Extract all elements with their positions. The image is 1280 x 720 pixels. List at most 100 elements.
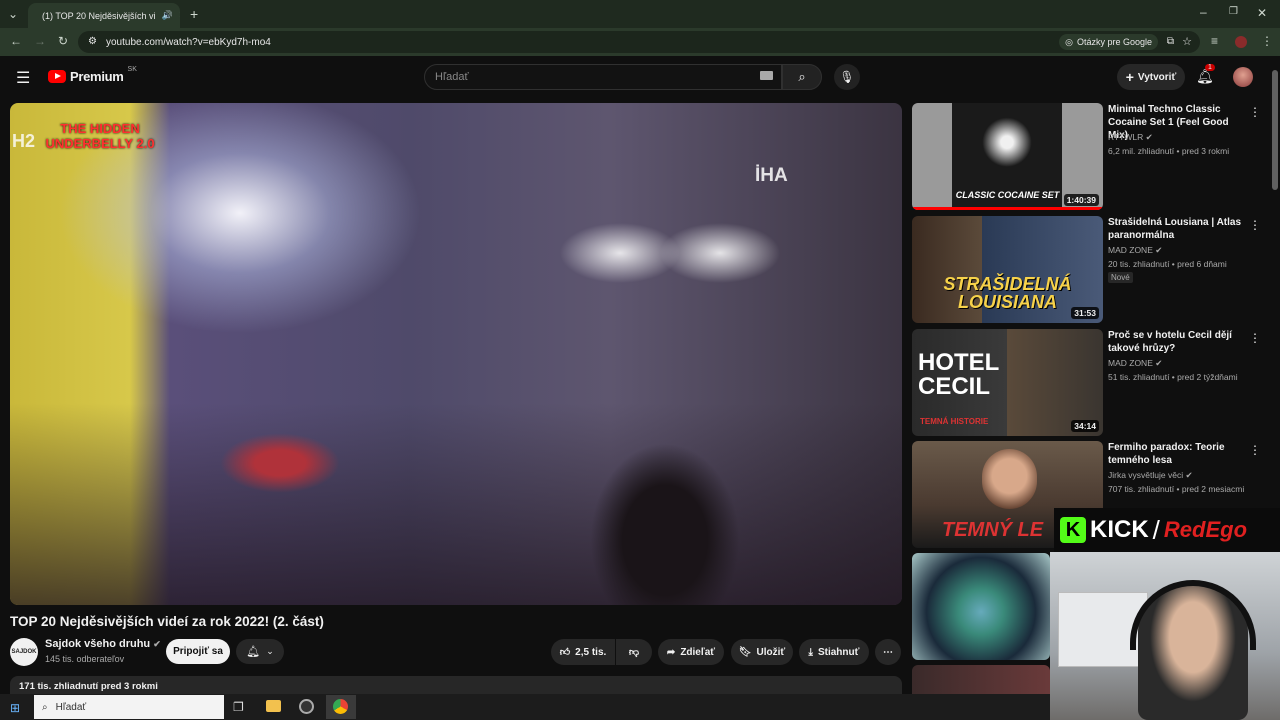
recommendation-channel: MAD ZONE ✔	[1108, 245, 1163, 255]
recommendation-meta: 51 tis. zhliadnutí • pred 2 týždňami	[1108, 372, 1238, 382]
verified-icon: ✔	[1155, 358, 1163, 368]
back-icon[interactable]: ←	[10, 35, 22, 47]
browser-tab[interactable]: (1) TOP 20 Nejděsivějších vi 🔊 ✕	[28, 3, 180, 28]
save-label: Uložiť	[756, 646, 786, 658]
obs-app-icon[interactable]	[299, 699, 314, 714]
verified-icon: ✔	[1145, 132, 1153, 142]
webcam-headphones	[1130, 580, 1256, 650]
logo-text: Premium	[70, 69, 124, 84]
chrome-logo-icon	[333, 699, 348, 714]
install-icon[interactable]: ⧉	[1167, 36, 1174, 47]
video-description-stats[interactable]: 171 tis. zhliadnutí pred 3 rokmi	[10, 676, 902, 696]
restore-icon[interactable]: ❐	[1229, 7, 1238, 17]
recommendation-item[interactable]: HOTEL CECIL TEMNÁ HISTORIE 34:14 Proč se…	[912, 329, 1262, 437]
media-control-icon[interactable]: ≡	[1211, 35, 1218, 47]
recommendation-thumbnail[interactable]: STRAŠIDELNÁ LOUISIANA 31:53	[912, 216, 1103, 323]
forward-icon[interactable]: →	[34, 35, 46, 47]
google-lens-chip[interactable]: ◎ Otázky pre Google	[1059, 34, 1158, 50]
tab-title: (1) TOP 20 Nejděsivějších vi	[42, 10, 156, 21]
address-bar-row: ← → ↻ ⚙ youtube.com/watch?v=ebKyd7h-mo4 …	[0, 28, 1280, 56]
recommendation-meta: 6,2 mil. zhliadnutí • pred 3 rokmi	[1108, 146, 1230, 156]
more-options-icon[interactable]: ⋮	[1249, 105, 1261, 119]
tab-list-icon[interactable]: ⌄	[8, 8, 18, 20]
voice-search-button[interactable]: 🎙	[834, 64, 860, 90]
logo-region: SK	[127, 66, 137, 73]
speaker-icon: 🔊	[161, 10, 173, 20]
youtube-header: ☰ Premium SK Hľadať ⌕ 🎙 + Vytvoriť 🔔︎ 1	[0, 56, 1270, 100]
channel-name[interactable]: Sajdok všeho druhu ✔	[45, 638, 161, 650]
url-input[interactable]: ⚙ youtube.com/watch?v=ebKyd7h-mo4 ◎ Otáz…	[78, 31, 1200, 53]
thumbs-down-icon: 👎︎	[628, 647, 640, 658]
page-scrollbar[interactable]	[1270, 56, 1280, 508]
thumbnail-subtext: TEMNÁ HISTORIE	[920, 417, 989, 426]
video-corner-mark: H2	[12, 131, 36, 151]
share-button[interactable]: ➦ Zdieľať	[658, 639, 724, 665]
more-options-icon[interactable]: ⋮	[1249, 443, 1261, 457]
recommendation-channel: MAD ZONE ✔	[1108, 358, 1163, 368]
more-icon: ⋯	[883, 646, 893, 658]
download-label: Stiahnuť	[817, 646, 860, 658]
browser-tab-bar: ⌄ (1) TOP 20 Nejděsivějších vi 🔊 ✕ + – ❐…	[0, 0, 1280, 28]
bookmark-star-icon[interactable]: ☆	[1182, 35, 1192, 48]
download-icon: ⤓	[808, 646, 813, 658]
recommendation-thumbnail[interactable]: CLASSIC COCAINE SET 1:40:39	[912, 103, 1103, 210]
more-actions-button[interactable]: ⋯	[875, 639, 901, 665]
kick-separator: /	[1152, 514, 1160, 545]
profile-avatar-browser[interactable]	[1235, 36, 1247, 48]
new-tab-icon[interactable]: +	[190, 7, 198, 21]
account-avatar[interactable]	[1233, 67, 1253, 87]
save-button[interactable]: 🔖︎ Uložiť	[731, 639, 793, 665]
subscribe-button[interactable]: Pripojiť sa	[166, 639, 230, 664]
windows-start-icon[interactable]: ⊞	[10, 701, 20, 715]
kick-stream-banner: K KICK / RedEgo	[1054, 508, 1280, 552]
recommendation-channel: Jirka vysvětluje věci ✔	[1108, 470, 1193, 480]
close-window-icon[interactable]: ✕	[1257, 7, 1267, 19]
site-info-icon[interactable]: ⚙	[88, 36, 97, 47]
verified-icon: ✔	[153, 639, 161, 649]
thumbnail-face	[982, 449, 1037, 509]
create-button[interactable]: + Vytvoriť	[1117, 64, 1185, 90]
thumbnail-headline: HOTEL CECIL	[918, 349, 999, 400]
taskbar-search-input[interactable]: ⌕ Hľadať	[34, 695, 224, 719]
hamburger-menu-icon[interactable]: ☰	[16, 68, 30, 88]
more-options-icon[interactable]: ⋮	[1249, 218, 1261, 232]
video-title: TOP 20 Nejděsivějších videí za rok 2022!…	[10, 614, 324, 629]
recommendation-meta: 20 tis. zhliadnutí • pred 6 dňami	[1108, 259, 1227, 269]
share-label: Zdieľať	[680, 646, 716, 658]
search-placeholder: Hľadať	[435, 71, 469, 83]
like-button[interactable]: 👍︎ 2,5 tis.	[551, 639, 615, 665]
plus-icon: +	[1125, 69, 1134, 85]
youtube-logo[interactable]: Premium SK	[48, 66, 137, 84]
minimize-icon[interactable]: –	[1200, 6, 1207, 18]
lens-icon: ◎	[1065, 36, 1073, 47]
dislike-button[interactable]: 👎︎	[616, 639, 652, 665]
url-text: youtube.com/watch?v=ebKyd7h-mo4	[106, 36, 271, 48]
reload-icon[interactable]: ↻	[58, 35, 68, 47]
video-player[interactable]: H2 THE HIDDEN UNDERBELLY 2.0 İHA	[10, 103, 902, 605]
video-overlay-logo: İHA	[755, 165, 788, 186]
video-red-object	[220, 433, 340, 493]
search-input[interactable]: Hľadať	[424, 64, 782, 90]
download-button[interactable]: ⤓ Stiahnuť	[799, 639, 869, 665]
notification-bell-button[interactable]: 🔔︎ ⌄	[236, 639, 284, 664]
recommendation-thumbnail[interactable]: HOTEL CECIL TEMNÁ HISTORIE 34:14	[912, 329, 1103, 436]
kick-logo-icon: K	[1060, 517, 1086, 543]
tab-close-icon[interactable]: ✕	[179, 10, 180, 21]
channel-avatar[interactable]: SAJDOK	[10, 638, 38, 666]
recommendation-item[interactable]: CLASSIC COCAINE SET 1:40:39 Minimal Tech…	[912, 103, 1262, 211]
webcam-overlay	[1050, 552, 1280, 720]
recommendation-title: Fermiho paradox: Teorie temného lesa	[1108, 442, 1225, 466]
browser-menu-icon[interactable]: ⋮	[1261, 35, 1273, 47]
recommendation-thumbnail[interactable]	[912, 665, 1050, 694]
recommendation-thumbnail[interactable]	[912, 553, 1050, 660]
notifications-button[interactable]: 🔔︎ 1	[1196, 64, 1215, 85]
scrollbar-thumb[interactable]	[1272, 70, 1278, 190]
recommendation-item[interactable]: STRAŠIDELNÁ LOUISIANA 31:53 Strašidelná …	[912, 216, 1262, 324]
more-options-icon[interactable]: ⋮	[1249, 331, 1261, 345]
search-button[interactable]: ⌕	[782, 64, 822, 90]
recommendation-channel: RTTWLR ✔	[1108, 132, 1153, 142]
keyboard-icon[interactable]	[760, 71, 773, 80]
new-badge: Nové	[1108, 272, 1133, 283]
task-view-icon[interactable]: ❐	[233, 700, 244, 714]
file-explorer-icon[interactable]	[266, 700, 281, 712]
